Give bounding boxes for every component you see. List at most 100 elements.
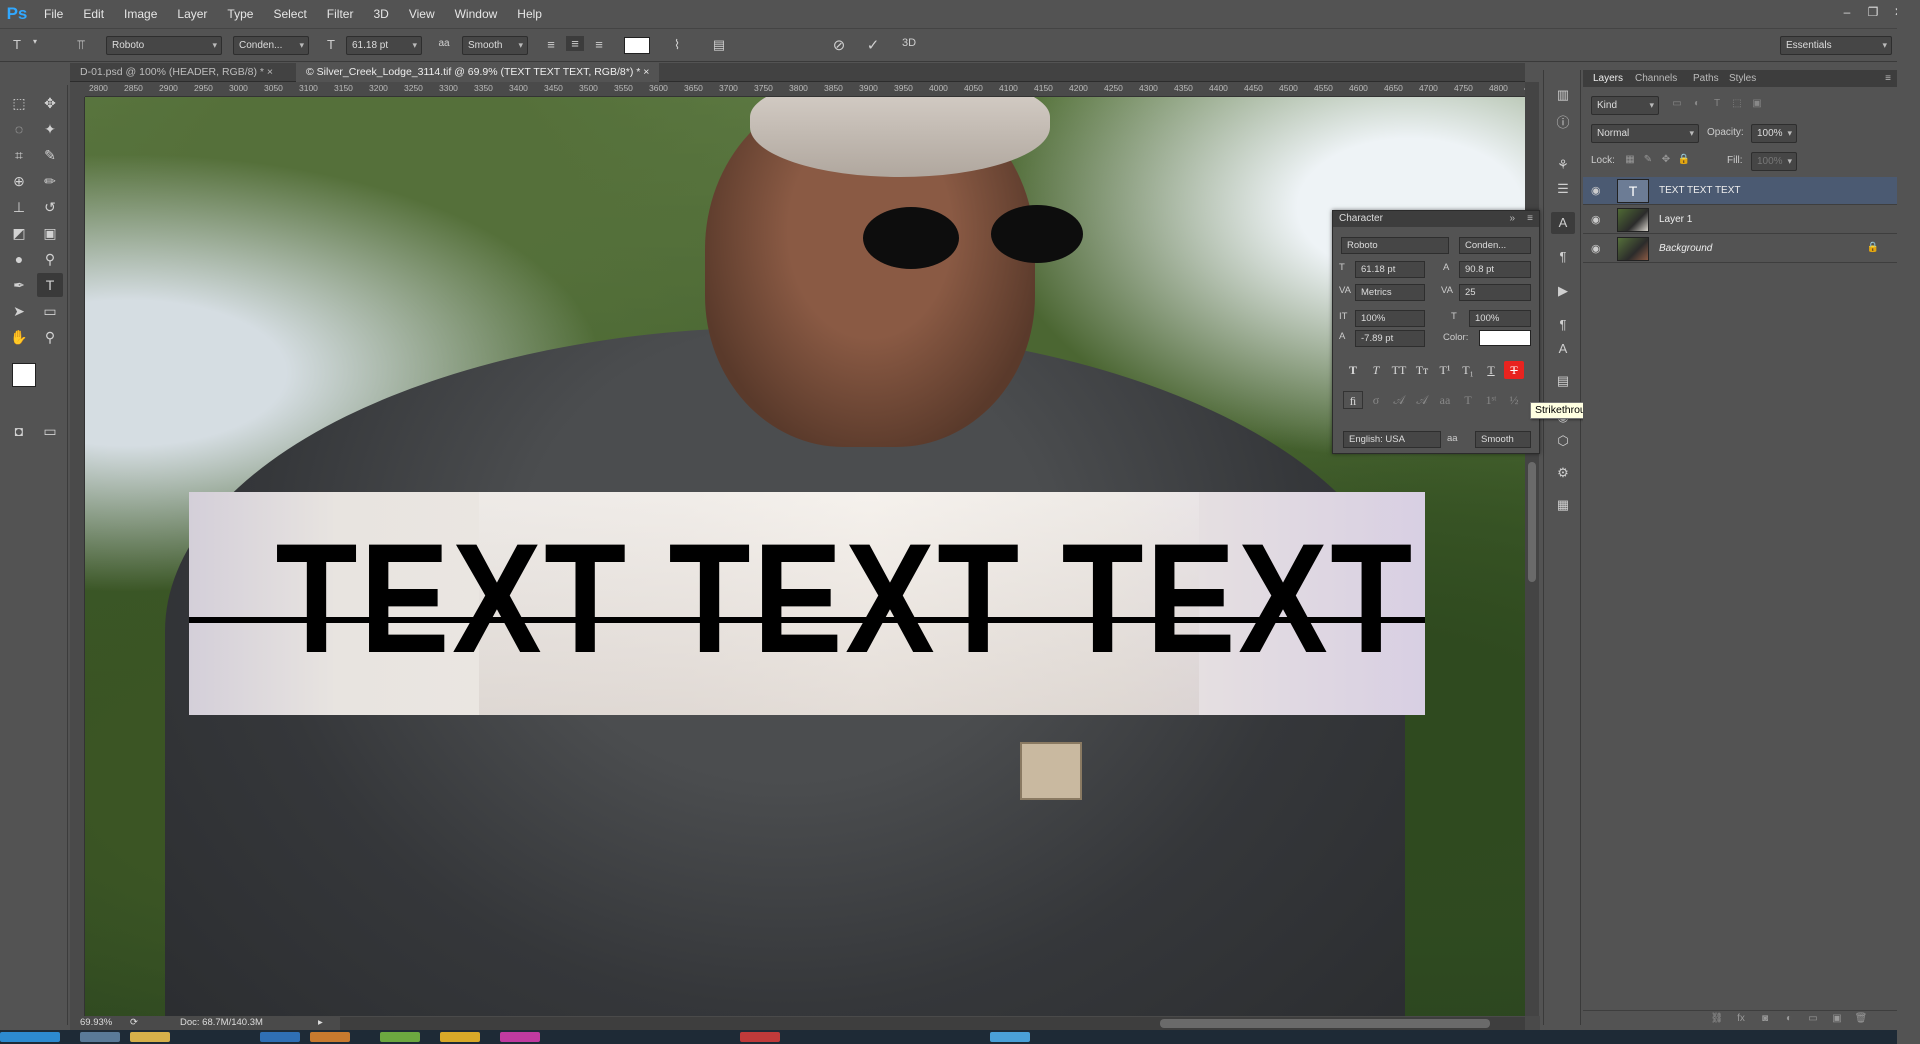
taskbar-app-icon[interactable] [80,1032,120,1042]
small-caps-icon[interactable]: Tт [1412,361,1432,379]
align-left-icon[interactable]: ≡ [542,37,560,52]
align-center-icon[interactable]: ≡ [566,36,584,51]
menu-type[interactable]: Type [217,7,263,21]
adjustment-layer-icon[interactable]: ◐ [1781,1013,1797,1024]
visibility-eye-icon[interactable]: ◉ [1591,242,1601,255]
char-hscale-field[interactable]: 100% [1469,310,1531,327]
menu-filter[interactable]: Filter [317,7,364,21]
char-vscale-field[interactable]: 100% [1355,310,1425,327]
taskbar-app-icon[interactable] [500,1032,540,1042]
fill-field[interactable]: 100% [1751,152,1797,171]
brush-presets-icon[interactable]: ⚘ [1551,154,1575,176]
char-font-family-select[interactable]: Roboto [1341,237,1449,254]
export-icon[interactable]: ⟳ [130,1017,138,1028]
panel-menu-icon[interactable]: ≡ [1527,211,1533,227]
pen-tool-icon[interactable]: ✒ [6,273,32,297]
align-right-icon[interactable]: ≡ [590,37,608,52]
filter-smart-object-icon[interactable]: ▣ [1749,98,1765,109]
document-canvas[interactable]: TEXT TEXT TEXT [85,97,1525,1017]
commit-edit-icon[interactable]: ✓ [862,36,884,54]
character-panel-header[interactable]: Character » ≡ [1333,211,1539,227]
lasso-tool-icon[interactable]: ◌ [6,117,32,141]
clone-source-icon[interactable]: ▤ [1551,370,1575,392]
char-font-style-select[interactable]: Conden... [1459,237,1531,254]
delete-layer-icon[interactable]: 🗑 [1853,1013,1869,1024]
menu-window[interactable]: Window [445,7,508,21]
char-leading-field[interactable]: 90.8 pt [1459,261,1531,278]
menu-view[interactable]: View [399,7,445,21]
panel-menu-icon[interactable]: ≡ [1885,70,1891,87]
type-tool-preset-icon[interactable]: T [6,37,28,52]
font-size-select[interactable]: 61.18 pt [346,36,422,55]
superscript-icon[interactable]: T¹ [1435,361,1455,379]
faux-italic-icon[interactable]: T [1366,361,1386,379]
text-color-swatch[interactable] [624,37,650,54]
layer-row-background[interactable]: ◉ Background 🔒 [1583,235,1897,263]
ruler-origin[interactable] [70,82,85,97]
vertical-ruler[interactable] [70,97,85,1017]
history-brush-icon[interactable]: ↺ [37,195,63,219]
tab-paths[interactable]: Paths [1693,70,1719,87]
ligatures-icon[interactable]: ﬁ [1343,391,1363,409]
menu-layer[interactable]: Layer [167,7,217,21]
filter-adjustment-icon[interactable]: ◐ [1689,98,1705,109]
antialias-select[interactable]: Smooth [462,36,528,55]
filter-pixel-icon[interactable]: ▭ [1669,98,1685,109]
doc-tab-d01[interactable]: D-01.psd @ 100% (HEADER, RGB/8) * × [70,63,283,82]
character-panel-toggle-icon[interactable]: ▤ [708,37,730,53]
lock-pixels-icon[interactable]: ✎ [1641,154,1655,165]
adjustments-icon[interactable]: ☰ [1551,178,1575,200]
tab-layers[interactable]: Layers [1593,70,1623,87]
font-style-select[interactable]: Conden... [233,36,309,55]
warp-text-icon[interactable]: ⌇ [666,37,688,53]
taskbar-app-icon[interactable] [380,1032,420,1042]
brush-tool-icon[interactable]: ✏ [37,169,63,193]
taskbar-app-icon[interactable] [310,1032,350,1042]
add-mask-icon[interactable]: ◙ [1757,1013,1773,1024]
menu-select[interactable]: Select [263,7,316,21]
char-baseline-field[interactable]: -7.89 pt [1355,330,1425,347]
layer-name[interactable]: TEXT TEXT TEXT [1659,185,1741,196]
crop-tool-icon[interactable]: ⌗ [6,143,32,167]
layer-row-layer1[interactable]: ◉ Layer 1 [1583,206,1897,234]
new-layer-icon[interactable]: ▣ [1829,1013,1845,1024]
menu-3d[interactable]: 3D [363,7,398,21]
text-layer-content[interactable]: TEXT TEXT TEXT [276,510,1413,689]
dodge-tool-icon[interactable]: ⚲ [37,247,63,271]
clone-stamp-icon[interactable]: ⊥ [6,195,32,219]
char-color-swatch[interactable] [1479,330,1531,346]
tab-channels[interactable]: Channels [1635,70,1677,87]
restore-button[interactable]: ❐ [1860,2,1886,22]
character-panel-icon[interactable]: A [1551,212,1575,234]
close-tab-icon[interactable]: × [643,66,649,78]
type-tool-icon[interactable]: T [37,273,63,297]
character-styles-icon[interactable]: A [1551,338,1575,360]
lock-all-icon[interactable]: 🔒 [1677,154,1691,165]
ordinals-icon[interactable]: 1ˢᵗ [1481,391,1501,409]
menu-edit[interactable]: Edit [73,7,114,21]
rectangle-tool-icon[interactable]: ▭ [37,299,63,323]
foreground-color-swatch[interactable] [12,363,36,387]
lock-transparent-icon[interactable]: ▦ [1623,154,1637,165]
taskbar-app-icon[interactable] [440,1032,480,1042]
hand-tool-icon[interactable]: ✋ [6,325,32,349]
layer-style-icon[interactable]: fx [1733,1013,1749,1024]
move-tool-icon[interactable]: ✥ [37,91,63,115]
start-button[interactable] [0,1032,60,1042]
new-group-icon[interactable]: ▭ [1805,1013,1821,1024]
scrollbar-thumb[interactable] [1160,1019,1490,1028]
discretionary-ligatures-icon[interactable]: aa [1435,391,1455,409]
close-tab-icon[interactable]: × [267,66,273,78]
faux-bold-icon[interactable]: T [1343,361,1363,379]
lock-position-icon[interactable]: ✥ [1659,154,1673,165]
font-family-select[interactable]: Roboto [106,36,222,55]
char-tracking-select[interactable]: 25 [1459,284,1531,301]
scrollbar-thumb[interactable] [1528,462,1536,582]
horizontal-scrollbar[interactable] [340,1017,1525,1030]
underline-icon[interactable]: T [1481,361,1501,379]
char-kerning-select[interactable]: Metrics [1355,284,1425,301]
menu-file[interactable]: File [34,7,73,21]
all-caps-icon[interactable]: TT [1389,361,1409,379]
taskbar-app-icon[interactable] [260,1032,300,1042]
blur-tool-icon[interactable]: ● [6,247,32,271]
